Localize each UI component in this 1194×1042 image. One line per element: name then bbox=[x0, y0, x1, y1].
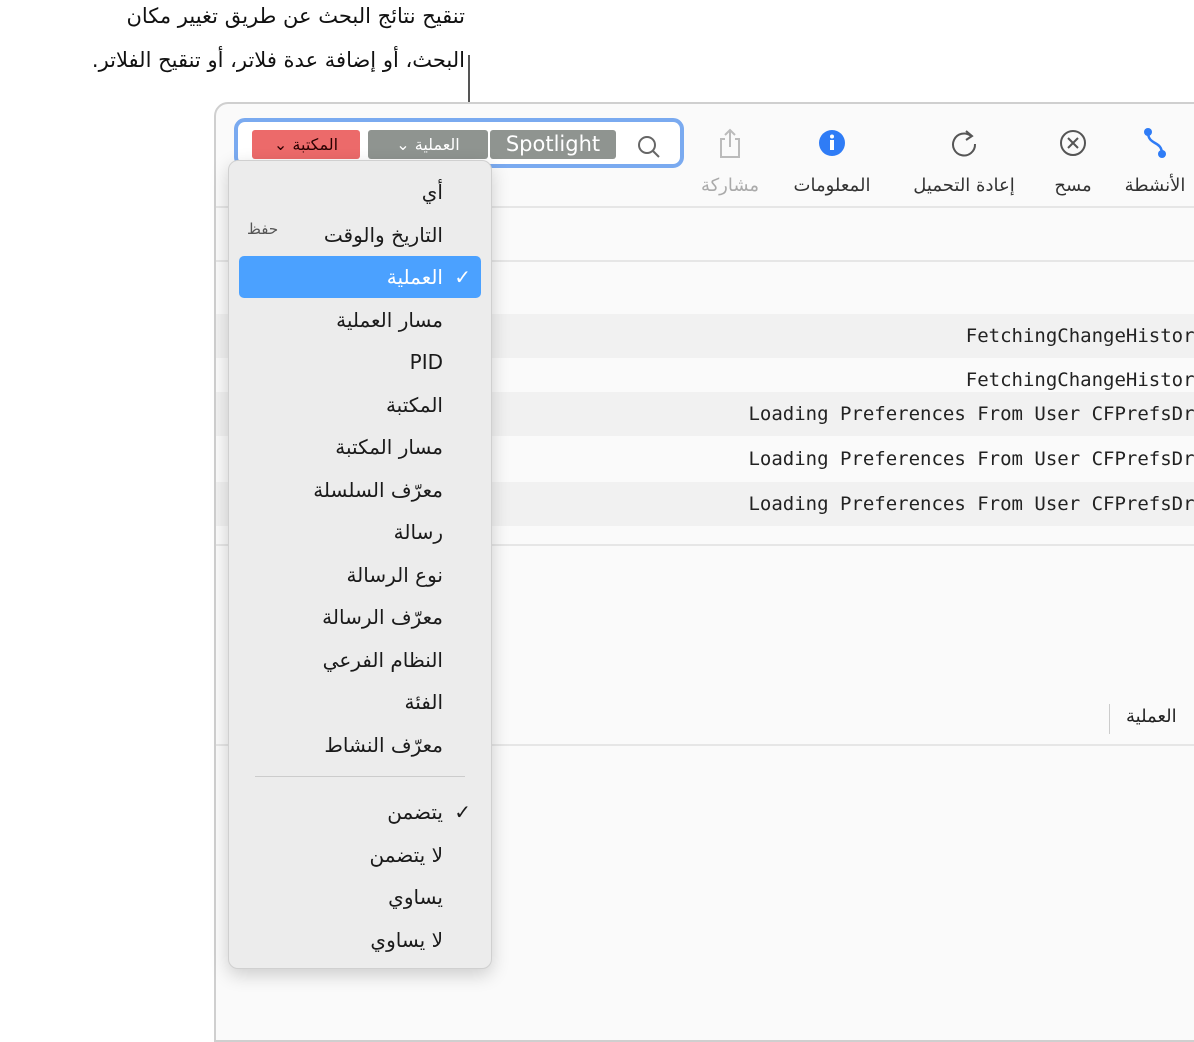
menu-item-label: معرّف النشاط bbox=[324, 732, 443, 757]
menu-item-label: يساوي bbox=[388, 885, 443, 909]
menu-item-field[interactable]: PID bbox=[239, 341, 481, 383]
menu-item-field[interactable]: معرّف السلسلة bbox=[239, 469, 481, 511]
menu-item-operator[interactable]: لا يتضمن bbox=[239, 834, 481, 876]
menu-item-label: معرّف الرسالة bbox=[322, 605, 443, 629]
menu-item-label: لا يتضمن bbox=[369, 842, 444, 867]
reload-button[interactable]: إعادة التحميل bbox=[899, 125, 1029, 196]
process-token[interactable]: العملية ⌄ bbox=[368, 130, 488, 159]
menu-separator bbox=[255, 776, 465, 777]
menu-item-field[interactable]: مسار المكتبة bbox=[239, 426, 481, 468]
menu-item-operator[interactable]: لا يساوي bbox=[239, 919, 481, 961]
menu-item-label: مسار المكتبة bbox=[335, 435, 443, 459]
menu-item-label: رسالة bbox=[393, 520, 443, 544]
menu-item-shortcut: حفظ bbox=[247, 219, 279, 238]
chevron-down-icon: ⌄ bbox=[273, 135, 288, 154]
menu-item-label: مسار العملية bbox=[336, 307, 443, 332]
menu-item-field[interactable]: نوع الرسالة bbox=[239, 554, 481, 596]
info-icon bbox=[819, 130, 845, 156]
menu-item-label: العملية bbox=[386, 265, 443, 289]
checkmark-icon: ✓ bbox=[454, 800, 471, 824]
share-icon bbox=[720, 128, 740, 158]
menu-item-label: المكتبة bbox=[385, 392, 443, 417]
menu-item-field[interactable]: معرّف الرسالة bbox=[239, 596, 481, 638]
menu-item-label: معرّف السلسلة bbox=[313, 477, 443, 502]
chevron-down-icon: ⌄ bbox=[396, 135, 410, 154]
callout-line-2: البحث، أو إضافة عدة فلاتر، أو تنقيح الفل… bbox=[91, 48, 465, 72]
checkmark-icon: ✓ bbox=[454, 265, 471, 289]
column-divider bbox=[1109, 704, 1110, 734]
menu-item-label: يتضمن bbox=[387, 800, 443, 824]
menu-item-field[interactable]: المكتبة bbox=[239, 384, 481, 426]
callout-line-1: تنقيح نتائج البحث عن طريق تغيير مكان bbox=[126, 4, 465, 28]
menu-item-operator[interactable]: ✓ يتضمن bbox=[239, 791, 481, 833]
menu-item-label: PID bbox=[409, 350, 443, 374]
menu-item-label: التاريخ والوقت bbox=[323, 222, 443, 247]
detail-label: العملية bbox=[1126, 706, 1177, 727]
menu-item-field[interactable]: رسالة bbox=[239, 511, 481, 553]
filter-dropdown-menu: أي التاريخ والوقت حفظ ✓ العملية مسار العملية P… bbox=[228, 160, 492, 969]
menu-item-label: أي bbox=[421, 180, 443, 204]
share-button[interactable]: مشاركة bbox=[665, 125, 795, 196]
search-icon bbox=[638, 136, 660, 158]
library-token[interactable]: المكتبة ⌄ bbox=[252, 130, 360, 159]
menu-item-field[interactable]: التاريخ والوقت حفظ bbox=[239, 214, 481, 256]
menu-item-field[interactable]: مسار العملية bbox=[239, 299, 481, 341]
menu-item-field[interactable]: ✓ العملية bbox=[239, 256, 481, 298]
menu-item-field[interactable]: الفئة bbox=[239, 681, 481, 723]
clear-icon bbox=[1060, 130, 1086, 156]
menu-item-field[interactable]: معرّف النشاط bbox=[239, 724, 481, 766]
activities-icon bbox=[1144, 128, 1166, 158]
menu-item-field[interactable]: النظام الفرعي bbox=[239, 639, 481, 681]
menu-item-label: لا يساوي bbox=[370, 927, 443, 952]
reload-icon bbox=[952, 130, 977, 157]
menu-item-label: نوع الرسالة bbox=[346, 562, 443, 587]
menu-item-operator[interactable]: يساوي bbox=[239, 876, 481, 918]
menu-item-label: الفئة bbox=[404, 690, 443, 714]
menu-item-label: النظام الفرعي bbox=[322, 647, 443, 672]
spotlight-token[interactable]: Spotlight bbox=[490, 130, 616, 159]
